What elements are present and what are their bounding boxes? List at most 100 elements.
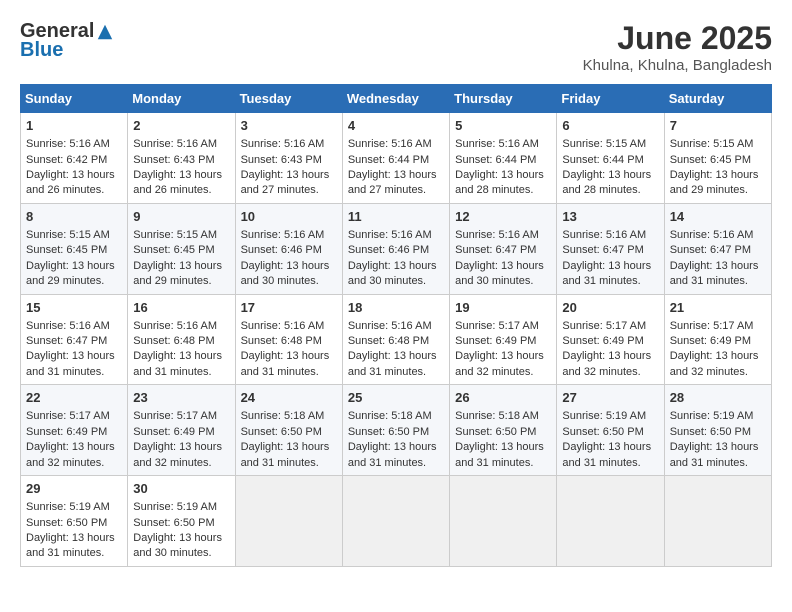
empty-cell: [557, 476, 664, 567]
sunset: Sunset: 6:49 PM: [455, 335, 536, 347]
logo-blue: Blue: [20, 39, 63, 62]
daylight: Daylight: 13 hours and 30 minutes.: [348, 260, 437, 287]
daylight: Daylight: 13 hours and 29 minutes.: [26, 260, 115, 287]
sunrise: Sunrise: 5:17 AM: [562, 320, 646, 332]
day-cell-9: 9 Sunrise: 5:15 AM Sunset: 6:45 PM Dayli…: [128, 203, 235, 294]
calendar-table: SundayMondayTuesdayWednesdayThursdayFrid…: [20, 84, 772, 567]
sunrise: Sunrise: 5:18 AM: [241, 410, 325, 422]
sunset: Sunset: 6:43 PM: [241, 154, 322, 166]
day-cell-18: 18 Sunrise: 5:16 AM Sunset: 6:48 PM Dayl…: [342, 294, 449, 385]
sunset: Sunset: 6:49 PM: [26, 426, 107, 438]
day-number: 14: [670, 208, 766, 226]
sunrise: Sunrise: 5:15 AM: [133, 229, 217, 241]
day-cell-26: 26 Sunrise: 5:18 AM Sunset: 6:50 PM Dayl…: [450, 385, 557, 476]
day-cell-14: 14 Sunrise: 5:16 AM Sunset: 6:47 PM Dayl…: [664, 203, 771, 294]
sunrise: Sunrise: 5:17 AM: [133, 410, 217, 422]
sunset: Sunset: 6:50 PM: [562, 426, 643, 438]
day-cell-16: 16 Sunrise: 5:16 AM Sunset: 6:48 PM Dayl…: [128, 294, 235, 385]
daylight: Daylight: 13 hours and 30 minutes.: [241, 260, 330, 287]
day-cell-30: 30 Sunrise: 5:19 AM Sunset: 6:50 PM Dayl…: [128, 476, 235, 567]
daylight: Daylight: 13 hours and 31 minutes.: [241, 350, 330, 377]
day-cell-28: 28 Sunrise: 5:19 AM Sunset: 6:50 PM Dayl…: [664, 385, 771, 476]
sunrise: Sunrise: 5:16 AM: [241, 229, 325, 241]
day-cell-23: 23 Sunrise: 5:17 AM Sunset: 6:49 PM Dayl…: [128, 385, 235, 476]
daylight: Daylight: 13 hours and 31 minutes.: [133, 350, 222, 377]
sunset: Sunset: 6:49 PM: [562, 335, 643, 347]
sunrise: Sunrise: 5:16 AM: [26, 320, 110, 332]
sunrise: Sunrise: 5:15 AM: [670, 138, 754, 150]
day-cell-12: 12 Sunrise: 5:16 AM Sunset: 6:47 PM Dayl…: [450, 203, 557, 294]
sunset: Sunset: 6:45 PM: [26, 244, 107, 256]
day-number: 4: [348, 117, 444, 135]
day-number: 24: [241, 389, 337, 407]
day-number: 25: [348, 389, 444, 407]
day-number: 18: [348, 299, 444, 317]
sunrise: Sunrise: 5:16 AM: [670, 229, 754, 241]
day-number: 12: [455, 208, 551, 226]
sunset: Sunset: 6:49 PM: [133, 426, 214, 438]
weekday-header-sunday: Sunday: [21, 85, 128, 113]
day-number: 1: [26, 117, 122, 135]
daylight: Daylight: 13 hours and 32 minutes.: [670, 350, 759, 377]
daylight: Daylight: 13 hours and 30 minutes.: [455, 260, 544, 287]
day-number: 30: [133, 480, 229, 498]
day-number: 6: [562, 117, 658, 135]
daylight: Daylight: 13 hours and 31 minutes.: [670, 441, 759, 468]
sunset: Sunset: 6:48 PM: [133, 335, 214, 347]
day-number: 13: [562, 208, 658, 226]
empty-cell: [235, 476, 342, 567]
day-cell-22: 22 Sunrise: 5:17 AM Sunset: 6:49 PM Dayl…: [21, 385, 128, 476]
day-number: 22: [26, 389, 122, 407]
title-block: June 2025 Khulna, Khulna, Bangladesh: [583, 20, 772, 74]
calendar-header-row: SundayMondayTuesdayWednesdayThursdayFrid…: [21, 85, 772, 113]
sunrise: Sunrise: 5:16 AM: [348, 138, 432, 150]
day-number: 5: [455, 117, 551, 135]
daylight: Daylight: 13 hours and 28 minutes.: [562, 169, 651, 196]
daylight: Daylight: 13 hours and 26 minutes.: [26, 169, 115, 196]
sunset: Sunset: 6:46 PM: [348, 244, 429, 256]
sunrise: Sunrise: 5:15 AM: [26, 229, 110, 241]
sunset: Sunset: 6:48 PM: [348, 335, 429, 347]
sunrise: Sunrise: 5:19 AM: [670, 410, 754, 422]
day-number: 15: [26, 299, 122, 317]
daylight: Daylight: 13 hours and 28 minutes.: [455, 169, 544, 196]
daylight: Daylight: 13 hours and 31 minutes.: [348, 441, 437, 468]
sunrise: Sunrise: 5:16 AM: [348, 320, 432, 332]
day-cell-17: 17 Sunrise: 5:16 AM Sunset: 6:48 PM Dayl…: [235, 294, 342, 385]
day-cell-15: 15 Sunrise: 5:16 AM Sunset: 6:47 PM Dayl…: [21, 294, 128, 385]
day-number: 23: [133, 389, 229, 407]
day-cell-21: 21 Sunrise: 5:17 AM Sunset: 6:49 PM Dayl…: [664, 294, 771, 385]
sunrise: Sunrise: 5:16 AM: [241, 138, 325, 150]
daylight: Daylight: 13 hours and 30 minutes.: [133, 532, 222, 559]
sunrise: Sunrise: 5:16 AM: [26, 138, 110, 150]
daylight: Daylight: 13 hours and 31 minutes.: [26, 350, 115, 377]
sunset: Sunset: 6:50 PM: [670, 426, 751, 438]
day-number: 26: [455, 389, 551, 407]
day-cell-13: 13 Sunrise: 5:16 AM Sunset: 6:47 PM Dayl…: [557, 203, 664, 294]
day-cell-20: 20 Sunrise: 5:17 AM Sunset: 6:49 PM Dayl…: [557, 294, 664, 385]
daylight: Daylight: 13 hours and 32 minutes.: [455, 350, 544, 377]
day-cell-6: 6 Sunrise: 5:15 AM Sunset: 6:44 PM Dayli…: [557, 113, 664, 204]
weekday-header-wednesday: Wednesday: [342, 85, 449, 113]
day-cell-3: 3 Sunrise: 5:16 AM Sunset: 6:43 PM Dayli…: [235, 113, 342, 204]
empty-cell: [450, 476, 557, 567]
sunrise: Sunrise: 5:16 AM: [133, 320, 217, 332]
sunset: Sunset: 6:48 PM: [241, 335, 322, 347]
daylight: Daylight: 13 hours and 32 minutes.: [26, 441, 115, 468]
day-number: 3: [241, 117, 337, 135]
day-number: 17: [241, 299, 337, 317]
month-title: June 2025: [583, 20, 772, 57]
sunset: Sunset: 6:45 PM: [670, 154, 751, 166]
calendar-week-5: 29 Sunrise: 5:19 AM Sunset: 6:50 PM Dayl…: [21, 476, 772, 567]
daylight: Daylight: 13 hours and 31 minutes.: [670, 260, 759, 287]
day-number: 20: [562, 299, 658, 317]
weekday-header-tuesday: Tuesday: [235, 85, 342, 113]
sunrise: Sunrise: 5:16 AM: [241, 320, 325, 332]
calendar-week-3: 15 Sunrise: 5:16 AM Sunset: 6:47 PM Dayl…: [21, 294, 772, 385]
calendar-week-2: 8 Sunrise: 5:15 AM Sunset: 6:45 PM Dayli…: [21, 203, 772, 294]
sunrise: Sunrise: 5:19 AM: [562, 410, 646, 422]
calendar-week-4: 22 Sunrise: 5:17 AM Sunset: 6:49 PM Dayl…: [21, 385, 772, 476]
page-header: General Blue June 2025 Khulna, Khulna, B…: [20, 20, 772, 74]
daylight: Daylight: 13 hours and 31 minutes.: [455, 441, 544, 468]
sunrise: Sunrise: 5:19 AM: [133, 501, 217, 513]
